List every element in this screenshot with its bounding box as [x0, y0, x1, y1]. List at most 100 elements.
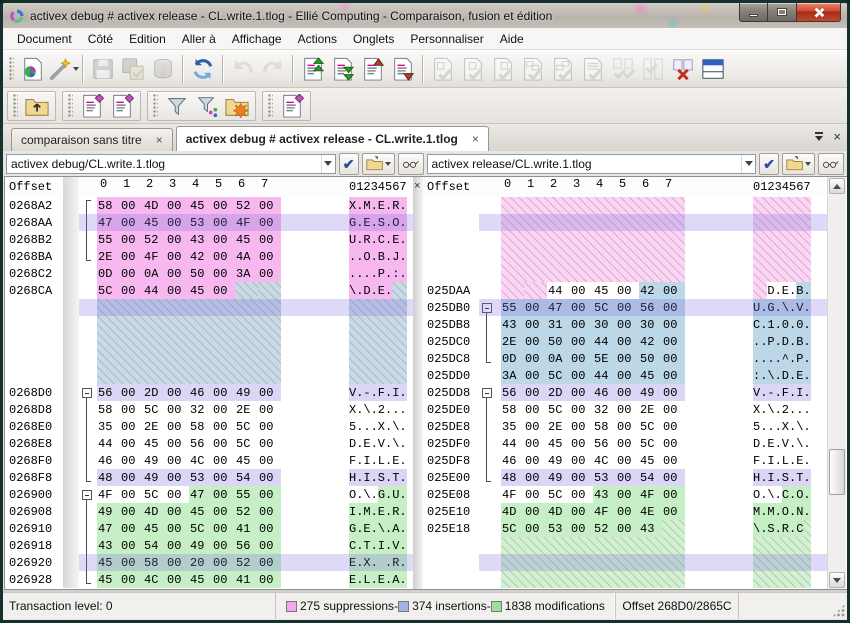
scroll-thumb[interactable]: [829, 449, 845, 495]
left-view-options-button[interactable]: [398, 153, 424, 175]
hex-row[interactable]: 025DB0550047005C005600U.G.\.V.: [423, 299, 827, 316]
left-open-file-button[interactable]: [362, 153, 395, 175]
hex-pane-left[interactable]: Offset01234567012345670268A258004D004500…: [5, 177, 413, 589]
tabbar-close-icon[interactable]: ×: [833, 130, 841, 143]
hex-row[interactable]: 025DC80D000A005E005000....^.P.: [423, 350, 827, 367]
hex-row[interactable]: 0268CA5C0044004500\.D.E.: [5, 282, 413, 299]
hex-row[interactable]: 0268E84400450056005C00D.E.V.\.: [5, 435, 413, 452]
hex-gap-row[interactable]: [5, 350, 413, 367]
minimize-button[interactable]: [739, 3, 768, 22]
tab-activex-comparison[interactable]: activex debug # activex release - CL.wri…: [176, 126, 489, 151]
hex-gap-row[interactable]: [423, 248, 827, 265]
hex-row[interactable]: 025DE835002E0058005C005...X.\.: [423, 418, 827, 435]
toolbar-grip[interactable]: [9, 57, 14, 81]
hex-row[interactable]: 025DF04400450056005C00D.E.V.\.: [423, 435, 827, 452]
maximize-button[interactable]: [768, 3, 796, 22]
menu-onglets[interactable]: Onglets: [345, 29, 402, 49]
hex-row[interactable]: 025E104D004D004F004E00M.M.O.N.: [423, 503, 827, 520]
hex-row[interactable]: 0268C20D000A0050003A00....P.:.: [5, 265, 413, 282]
hex-row[interactable]: 0269004F005C0047005500O.\.G.U.: [5, 486, 413, 503]
close-button[interactable]: [796, 3, 841, 22]
hex-gap-row[interactable]: [5, 299, 413, 316]
save-all-button[interactable]: [148, 54, 178, 84]
hex-row[interactable]: 0269204500580020005200E.X. .R.: [5, 554, 413, 571]
filter-button[interactable]: [162, 91, 192, 121]
merge-split-left-button[interactable]: [608, 54, 638, 84]
hex-row[interactable]: 0268B25500520043004500U.R.C.E.: [5, 231, 413, 248]
hex-row[interactable]: 025DE058005C0032002E00X.\.2...: [423, 401, 827, 418]
menu-aller-a[interactable]: Aller à: [174, 29, 224, 49]
vertical-scrollbar[interactable]: [827, 177, 846, 589]
scroll-down-button[interactable]: [829, 572, 845, 588]
save-as-button[interactable]: [118, 54, 148, 84]
hex-row[interactable]: 025E004800490053005400H.I.S.T.: [423, 469, 827, 486]
left-file-path-input[interactable]: [7, 157, 321, 171]
menu-affichage[interactable]: Affichage: [224, 29, 290, 49]
scroll-up-button[interactable]: [829, 178, 845, 194]
hex-row[interactable]: 025DD856002D0046004900V.-.F.I.: [423, 384, 827, 401]
menu-cote[interactable]: Côté: [80, 29, 121, 49]
titlebar[interactable]: activex debug # activex release - CL.wri…: [3, 3, 847, 28]
hex-row[interactable]: 025DD03A005C0044004500:.\.D.E.: [423, 367, 827, 384]
hex-row[interactable]: 025E185C005300520043\.S.R.C: [423, 520, 827, 537]
hex-row[interactable]: 02690849004D0045005200I.M.E.R.: [5, 503, 413, 520]
hex-gap-row[interactable]: [423, 197, 827, 214]
dropdown-arrow-icon[interactable]: [73, 67, 79, 71]
undo-button[interactable]: [228, 54, 258, 84]
accept-change-to-left-button[interactable]: [548, 54, 578, 84]
menu-aide[interactable]: Aide: [492, 29, 532, 49]
hex-row[interactable]: 0268E035002E0058005C005...X.\.: [5, 418, 413, 435]
tab-close-icon[interactable]: ×: [472, 132, 479, 146]
hex-row[interactable]: 025E084F005C0043004F00O.\.C.O.: [423, 486, 827, 503]
refresh-button[interactable]: [188, 54, 218, 84]
tab-comparaison-sans-titre[interactable]: comparaison sans titre ×: [11, 128, 173, 151]
accept-change-lines-button[interactable]: [578, 54, 608, 84]
window-layout-button[interactable]: [698, 54, 728, 84]
accept-change-right-button[interactable]: [488, 54, 518, 84]
clear-result-button[interactable]: [668, 54, 698, 84]
hex-gap-row[interactable]: [423, 214, 827, 231]
parent-folder-button[interactable]: [22, 91, 52, 121]
hex-row[interactable]: 0269184300540049005600C.T.I.V.: [5, 537, 413, 554]
menu-personnaliser[interactable]: Personnaliser: [402, 29, 491, 49]
combo-dropdown-icon[interactable]: [741, 155, 755, 173]
hex-row[interactable]: 0268D056002D0046004900V.-.F.I.: [5, 384, 413, 401]
folder-compare-settings-button[interactable]: [222, 91, 252, 121]
hex-row[interactable]: 025DAA440045004200D.E.B.: [423, 282, 827, 299]
pane-splitter[interactable]: ×: [413, 177, 423, 589]
hex-gap-row[interactable]: [423, 231, 827, 248]
accept-change-to-right-button[interactable]: [518, 54, 548, 84]
previous-conflict-button[interactable]: [358, 54, 388, 84]
hex-gap-row[interactable]: [5, 333, 413, 350]
hex-row[interactable]: 0268D858005C0032002E00X.\.2...: [5, 401, 413, 418]
right-validate-button[interactable]: ✔: [759, 153, 779, 175]
redo-button[interactable]: [258, 54, 288, 84]
toolbar-grip[interactable]: [153, 94, 158, 118]
hex-row[interactable]: 025DB84300310030003000C.1.0.0.: [423, 316, 827, 333]
hex-gap-row[interactable]: [423, 265, 827, 282]
menu-edition[interactable]: Edition: [121, 29, 174, 49]
tab-close-icon[interactable]: ×: [156, 133, 163, 147]
hex-row[interactable]: 026910470045005C004100G.E.\.A.: [5, 520, 413, 537]
save-button[interactable]: [88, 54, 118, 84]
new-comparison-button[interactable]: [18, 54, 48, 84]
toolbar-grip[interactable]: [68, 94, 73, 118]
hex-gap-row[interactable]: [423, 537, 827, 554]
combo-dropdown-icon[interactable]: [321, 155, 335, 173]
menu-document[interactable]: Document: [9, 29, 80, 49]
next-difference-button[interactable]: [328, 54, 358, 84]
hex-row[interactable]: 0268F84800490053005400H.I.S.T.: [5, 469, 413, 486]
hex-row[interactable]: 025DC02E00500044004200..P.D.B.: [423, 333, 827, 350]
file-options-left-button[interactable]: [77, 91, 107, 121]
next-conflict-button[interactable]: [388, 54, 418, 84]
right-view-options-button[interactable]: [818, 153, 844, 175]
comparison-wizard-button[interactable]: [48, 54, 78, 84]
right-open-file-button[interactable]: [782, 153, 815, 175]
hex-gap-row[interactable]: [5, 367, 413, 384]
resize-grip[interactable]: [832, 604, 845, 617]
hex-gap-row[interactable]: [5, 316, 413, 333]
accept-change-left-button[interactable]: [428, 54, 458, 84]
merge-split-right-button[interactable]: [638, 54, 668, 84]
menu-actions[interactable]: Actions: [290, 29, 345, 49]
hex-row[interactable]: 0268F0460049004C004500F.I.L.E.: [5, 452, 413, 469]
